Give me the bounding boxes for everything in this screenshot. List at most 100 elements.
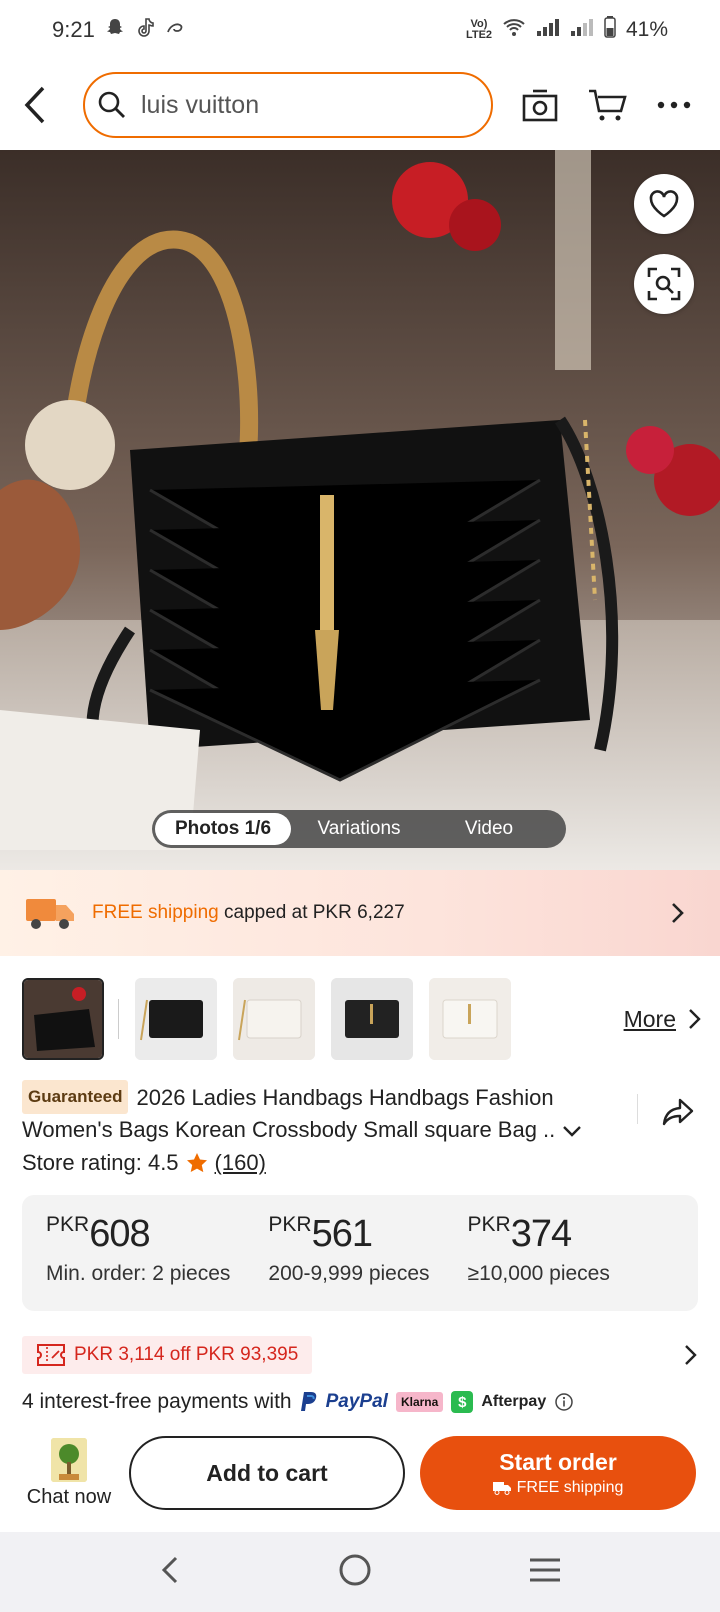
- payment-options[interactable]: 4 interest-free payments with PayPal Kla…: [22, 1386, 698, 1418]
- thumbnail-image: [233, 978, 315, 1060]
- status-time: 9:21: [52, 17, 95, 42]
- thumbnail-4[interactable]: [331, 978, 413, 1060]
- price-amount: 608: [89, 1213, 150, 1255]
- tiktok-icon: [135, 17, 155, 43]
- coupon-text: PKR 3,114 off PKR 93,395: [74, 1344, 299, 1365]
- start-order-label: Start order: [499, 1449, 617, 1475]
- delivery-truck-icon: [26, 899, 74, 929]
- back-arrow-icon: [24, 86, 45, 124]
- installments-text: 4 interest-free payments with: [22, 1390, 292, 1413]
- thumbnail-image: [24, 980, 102, 1058]
- thumbnail-1[interactable]: [22, 978, 104, 1060]
- store-rating[interactable]: Store rating: 4.5 (160): [22, 1150, 266, 1176]
- image-search-button[interactable]: [634, 254, 694, 314]
- heart-icon: [649, 190, 679, 218]
- wifi-icon: [502, 17, 526, 43]
- nav-back-icon: [161, 1556, 177, 1583]
- image-search-icon: [647, 267, 681, 301]
- price-amount: 374: [510, 1213, 572, 1255]
- thumbnail-image: [331, 978, 413, 1060]
- thumbnail-2[interactable]: [135, 978, 217, 1060]
- thumbnail-3[interactable]: [233, 978, 315, 1060]
- coupon-badge: PKR 3,114 off PKR 93,395: [22, 1336, 313, 1374]
- back-button[interactable]: [0, 60, 70, 150]
- rating-count[interactable]: (160): [215, 1150, 266, 1176]
- price-tier-range: Min. order: 2 pieces: [46, 1262, 231, 1285]
- klarna-badge: Klarna: [395, 1392, 444, 1412]
- truck-icon: [492, 1482, 511, 1495]
- price-tier-range: 200-9,999 pieces: [268, 1262, 430, 1285]
- chevron-right-icon: [685, 1345, 697, 1365]
- start-order-sub-label: FREE shipping: [516, 1479, 624, 1496]
- add-to-cart-button[interactable]: Add to cart: [129, 1436, 405, 1510]
- thumbnail-image: [135, 978, 217, 1060]
- status-bar: 9:21 Vo) LTE2 41%: [0, 0, 720, 60]
- search-query: luis vuitton: [141, 90, 260, 119]
- camera-icon: [522, 89, 558, 122]
- cart-icon: [589, 89, 627, 121]
- guaranteed-badge: Guaranteed: [22, 1080, 129, 1114]
- dollar-icon: $: [451, 1391, 474, 1413]
- shipping-text: FREE shipping capped at PKR 6,227: [92, 902, 405, 924]
- cart-button[interactable]: [584, 82, 630, 128]
- header: luis vuitton: [0, 60, 720, 150]
- app-icon: [165, 17, 187, 43]
- star-icon: [186, 1153, 207, 1173]
- nav-menu-button[interactable]: [528, 1556, 562, 1589]
- product-image[interactable]: Photos 1/6 Variations Video: [0, 150, 720, 870]
- search-input[interactable]: luis vuitton: [83, 72, 493, 138]
- tab-photos[interactable]: Photos 1/6: [155, 813, 291, 845]
- price-tiers: PKR608 Min. order: 2 pieces PKR561 200-9…: [22, 1195, 698, 1311]
- battery-icon: [604, 16, 616, 44]
- chevron-right-icon: [689, 1009, 701, 1029]
- shipping-banner[interactable]: FREE shipping capped at PKR 6,227: [0, 870, 720, 956]
- share-button[interactable]: [658, 1092, 698, 1132]
- nav-back-button[interactable]: [158, 1554, 182, 1591]
- more-label: More: [623, 1005, 676, 1032]
- price-tier-range: ≥10,000 pieces: [467, 1262, 610, 1285]
- thumbnail-image: [429, 978, 511, 1060]
- shipping-detail: capped at PKR 6,227: [224, 902, 405, 923]
- system-nav-bar: [0, 1532, 720, 1612]
- price-currency: PKR: [268, 1213, 312, 1236]
- coupon-icon: [37, 1344, 65, 1366]
- expand-chevron-icon[interactable]: [561, 1124, 583, 1138]
- more-options-button[interactable]: [651, 82, 697, 128]
- camera-search-button[interactable]: [517, 82, 563, 128]
- more-thumbnails-link[interactable]: More: [624, 1006, 702, 1033]
- chat-now-label: Chat now: [26, 1486, 112, 1508]
- thumbnail-5[interactable]: [429, 978, 511, 1060]
- price-tier-2: PKR561 200-9,999 pieces: [268, 1213, 429, 1311]
- snapchat-icon: [105, 17, 125, 43]
- price-currency: PKR: [46, 1213, 90, 1236]
- signal-icon-2: [570, 17, 594, 43]
- favorite-button[interactable]: [634, 174, 694, 234]
- battery-level: 41%: [625, 18, 668, 41]
- price-amount: 561: [311, 1213, 373, 1255]
- paypal-logo-icon: [300, 1392, 316, 1411]
- chat-now-button[interactable]: Chat now: [22, 1438, 116, 1509]
- product-title[interactable]: Guaranteed 2026 Ladies Handbags Handbags …: [22, 1080, 622, 1146]
- nav-home-button[interactable]: [337, 1552, 373, 1593]
- coupon-row[interactable]: PKR 3,114 off PKR 93,395: [22, 1336, 698, 1374]
- nav-menu-icon: [530, 1558, 561, 1581]
- free-shipping-label: FREE shipping: [92, 902, 219, 923]
- price-tier-3: PKR374 ≥10,000 pieces: [468, 1213, 610, 1311]
- media-tabs: Photos 1/6 Variations Video: [152, 810, 566, 848]
- tab-variations[interactable]: Variations: [291, 813, 427, 845]
- search-icon: [98, 91, 125, 118]
- signal-icon: [536, 17, 560, 43]
- network-label: Vo) LTE2: [465, 18, 493, 41]
- info-icon[interactable]: [554, 1392, 574, 1412]
- paypal-label: PayPal: [325, 1391, 388, 1412]
- action-bar: Chat now Add to cart Start order FREE sh…: [0, 1428, 720, 1532]
- start-order-button[interactable]: Start order FREE shipping: [420, 1436, 696, 1510]
- tab-video[interactable]: Video: [427, 813, 551, 845]
- supplier-avatar: [51, 1438, 87, 1482]
- price-tier-1: PKR608 Min. order: 2 pieces: [46, 1213, 230, 1311]
- more-dots-icon: [657, 101, 691, 109]
- start-order-sub: FREE shipping: [492, 1479, 624, 1497]
- share-icon: [662, 1098, 694, 1126]
- nav-home-icon: [339, 1554, 371, 1585]
- store-rating-label: Store rating: 4.5: [22, 1150, 179, 1175]
